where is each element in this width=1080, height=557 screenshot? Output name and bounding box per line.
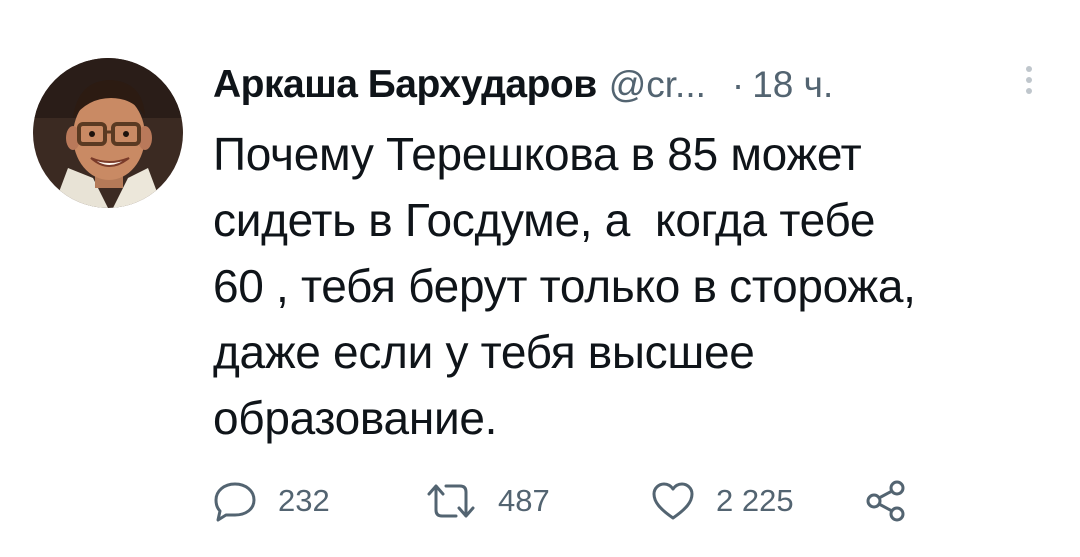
separator-dot: · [731,64,745,105]
reply-icon [212,480,258,522]
author-name[interactable]: Аркаша Бархударов [213,63,597,107]
like-count: 2 225 [716,483,794,518]
avatar[interactable] [33,58,183,208]
tweet-text: Почему Терешкова в 85 может сидеть в Гос… [213,128,916,444]
avatar-image [33,58,183,208]
author-handle[interactable]: @cr... [609,64,706,106]
retweet-button[interactable]: 487 [424,476,550,526]
share-button[interactable] [864,476,908,526]
tweet[interactable]: Аркаша Бархударов @cr... · 18 ч. Почему … [0,0,1080,557]
retweet-icon [424,480,478,522]
tweet-actions: 232 487 2 225 [212,476,972,526]
more-icon[interactable] [1018,62,1040,102]
tweet-header: Аркаша Бархударов @cr... · 18 ч. [213,60,833,110]
share-icon [864,479,908,523]
reply-button[interactable]: 232 [212,476,330,526]
timestamp[interactable]: 18 ч. [752,64,833,106]
retweet-count: 487 [498,483,550,518]
like-button[interactable]: 2 225 [650,476,794,526]
like-icon [650,480,696,522]
reply-count: 232 [278,483,330,518]
